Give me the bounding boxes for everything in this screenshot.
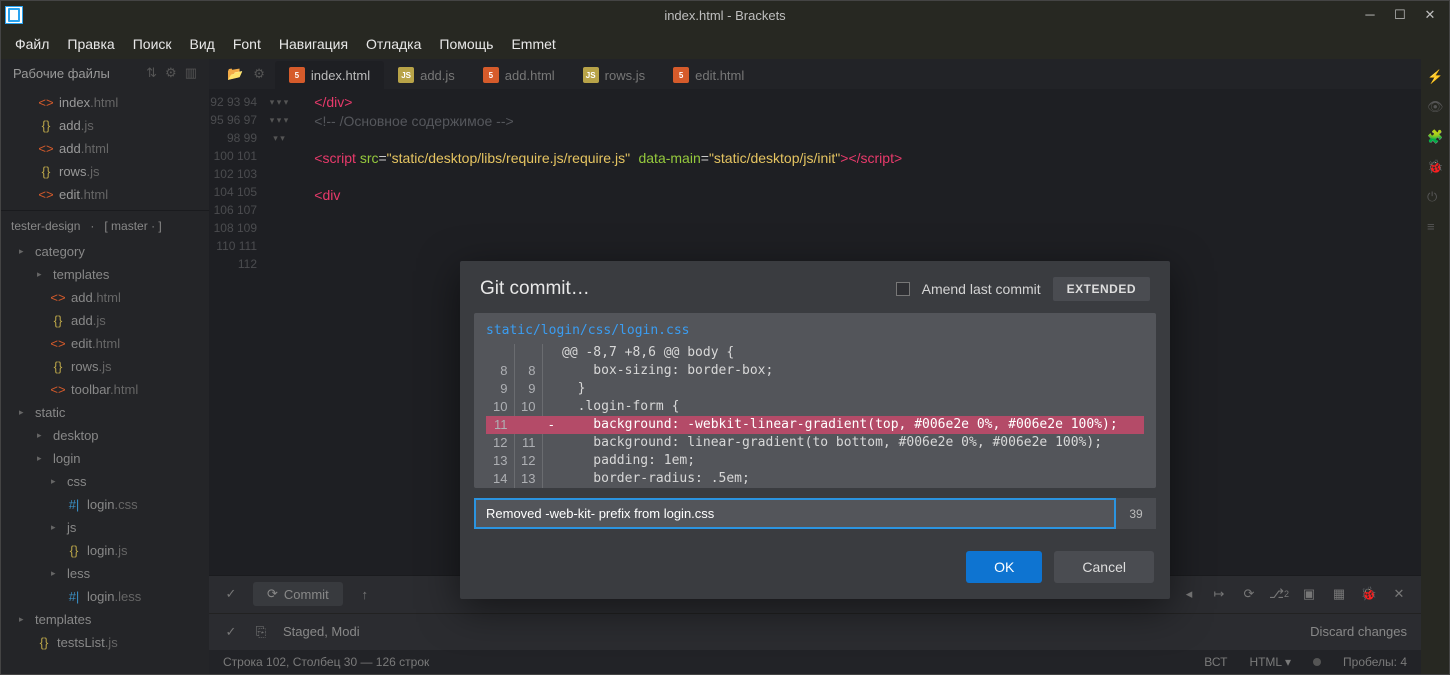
live-preview-icon[interactable]: ⚡: [1427, 69, 1443, 85]
menu-emmet[interactable]: Emmet: [511, 36, 555, 52]
git-project[interactable]: tester-design: [11, 219, 80, 233]
menubar: Файл Правка Поиск Вид Font Навигация Отл…: [1, 29, 1449, 59]
tree-item[interactable]: {}rows.js: [1, 355, 209, 378]
ext-mgr-icon[interactable]: 🧩: [1427, 129, 1443, 145]
tree-item[interactable]: <>edit.html: [1, 332, 209, 355]
editor-tab[interactable]: 5add.html: [469, 61, 569, 89]
discard-changes[interactable]: Discard changes: [1310, 624, 1407, 639]
check2-icon[interactable]: ✓: [223, 624, 239, 640]
app-icon: [5, 6, 23, 24]
minimize-button[interactable]: ─: [1363, 7, 1377, 23]
lang-mode[interactable]: HTML ▾: [1249, 655, 1291, 669]
tree-item[interactable]: ▸less: [1, 562, 209, 585]
status-dot-icon: [1313, 658, 1321, 666]
titlebar: index.html - Brackets ─ ☐ ✕: [1, 1, 1449, 29]
tree-item[interactable]: {}login.js: [1, 539, 209, 562]
tree-item[interactable]: {}testsList.js: [1, 631, 209, 654]
working-file[interactable]: <>index.html: [1, 91, 209, 114]
eye-icon[interactable]: 👁: [1427, 99, 1443, 115]
editor-tab[interactable]: 5edit.html: [659, 61, 758, 89]
tree-item[interactable]: ▸static: [1, 401, 209, 424]
working-files-header: Рабочие файлы ⇅ ⚙ ▥: [1, 59, 209, 87]
panel-close-icon[interactable]: ✕: [1391, 586, 1407, 602]
folder-open-icon[interactable]: 📂: [227, 66, 243, 82]
tabbar: 📂 ⚙ 5index.htmlJSadd.js5add.htmlJSrows.js…: [209, 59, 1421, 89]
sort-icon[interactable]: ⇅: [146, 65, 157, 81]
menu-debug[interactable]: Отладка: [366, 36, 421, 52]
status-bar: Строка 102, Столбец 30 — 126 строк ВСТ H…: [209, 650, 1421, 674]
push-icon[interactable]: ↑: [357, 586, 373, 602]
diff-file-path[interactable]: static/login/css/login.css: [486, 323, 1144, 344]
working-file[interactable]: <>edit.html: [1, 183, 209, 206]
app-window: index.html - Brackets ─ ☐ ✕ Файл Правка …: [0, 0, 1450, 675]
maximize-button[interactable]: ☐: [1393, 7, 1407, 23]
menu-edit[interactable]: Правка: [67, 36, 114, 52]
check-icon[interactable]: ✓: [223, 586, 239, 602]
tree-item[interactable]: ▸templates: [1, 608, 209, 631]
panel-qr-icon[interactable]: ▦: [1331, 586, 1347, 602]
bug2-icon[interactable]: 🐞: [1427, 159, 1443, 175]
tree-item[interactable]: ▸templates: [1, 263, 209, 286]
panel-fwd-icon[interactable]: ↦: [1211, 586, 1227, 602]
cursor-pos: Строка 102, Столбец 30 — 126 строк: [223, 655, 429, 669]
insert-mode[interactable]: ВСТ: [1204, 655, 1227, 669]
amend-label: Amend last commit: [922, 281, 1041, 297]
tree-item[interactable]: ▸css: [1, 470, 209, 493]
amend-checkbox[interactable]: [896, 282, 910, 296]
working-file[interactable]: {}add.js: [1, 114, 209, 137]
tree-item[interactable]: ▸login: [1, 447, 209, 470]
editor-tab[interactable]: JSrows.js: [569, 61, 659, 89]
tree-item[interactable]: <>toolbar.html: [1, 378, 209, 401]
commit-message-input[interactable]: [474, 498, 1116, 529]
tree-item[interactable]: <>add.html: [1, 286, 209, 309]
editor-tab[interactable]: JSadd.js: [384, 61, 469, 89]
menu-help[interactable]: Помощь: [439, 36, 493, 52]
indent-spaces[interactable]: Пробелы: 4: [1343, 655, 1407, 669]
tab-gear-icon[interactable]: ⚙: [253, 66, 265, 82]
cancel-button[interactable]: Cancel: [1054, 551, 1154, 583]
panel-prev-icon[interactable]: ◂: [1181, 586, 1197, 602]
dialog-title: Git commit…: [480, 278, 590, 300]
close-button[interactable]: ✕: [1423, 7, 1437, 23]
tree-item[interactable]: #|login.less: [1, 585, 209, 608]
git-branch[interactable]: master: [111, 219, 148, 233]
menu-nav[interactable]: Навигация: [279, 36, 348, 52]
panel-refresh-icon[interactable]: ⟳: [1241, 586, 1257, 602]
char-count: 39: [1116, 498, 1156, 529]
panel-branch-icon[interactable]: ⎇2: [1271, 586, 1287, 602]
tree-item[interactable]: ▸desktop: [1, 424, 209, 447]
staged-label: Staged, Modi: [283, 624, 360, 639]
editor-area: 📂 ⚙ 5index.htmlJSadd.js5add.htmlJSrows.js…: [209, 59, 1421, 674]
gear-icon[interactable]: ⚙: [165, 65, 177, 81]
working-file[interactable]: {}rows.js: [1, 160, 209, 183]
panel-image-icon[interactable]: ▣: [1301, 586, 1317, 602]
power-icon[interactable]: ⏻: [1427, 189, 1443, 205]
split-icon[interactable]: ▥: [185, 65, 197, 81]
tree-item[interactable]: ▸category: [1, 240, 209, 263]
menu-file[interactable]: Файл: [15, 36, 49, 52]
right-toolbar: ⚡ 👁 🧩 🐞 ⏻ ≡: [1421, 59, 1449, 674]
sidebar: Рабочие файлы ⇅ ⚙ ▥ <>index.html{}add.js…: [1, 59, 209, 674]
tree-item[interactable]: {}add.js: [1, 309, 209, 332]
git-commit-dialog: Git commit… Amend last commit EXTENDED s…: [460, 261, 1170, 599]
tree-item[interactable]: #|login.css: [1, 493, 209, 516]
commit-button[interactable]: ⟳Commit: [253, 582, 343, 606]
working-file[interactable]: <>add.html: [1, 137, 209, 160]
stack-icon[interactable]: ≡: [1427, 219, 1443, 235]
menu-view[interactable]: Вид: [190, 36, 215, 52]
diff-view: static/login/css/login.css @@ -8,7 +8,6 …: [474, 313, 1156, 488]
extended-button[interactable]: EXTENDED: [1053, 277, 1150, 301]
editor-tab[interactable]: 5index.html: [275, 61, 384, 89]
menu-font[interactable]: Font: [233, 36, 261, 52]
tree-item[interactable]: ▸js: [1, 516, 209, 539]
panel-bug-icon[interactable]: 🐞: [1361, 586, 1377, 602]
ok-button[interactable]: OK: [966, 551, 1042, 583]
window-title: index.html - Brackets: [664, 8, 785, 23]
stage-icon[interactable]: ⎘: [253, 624, 269, 640]
menu-search[interactable]: Поиск: [133, 36, 172, 52]
